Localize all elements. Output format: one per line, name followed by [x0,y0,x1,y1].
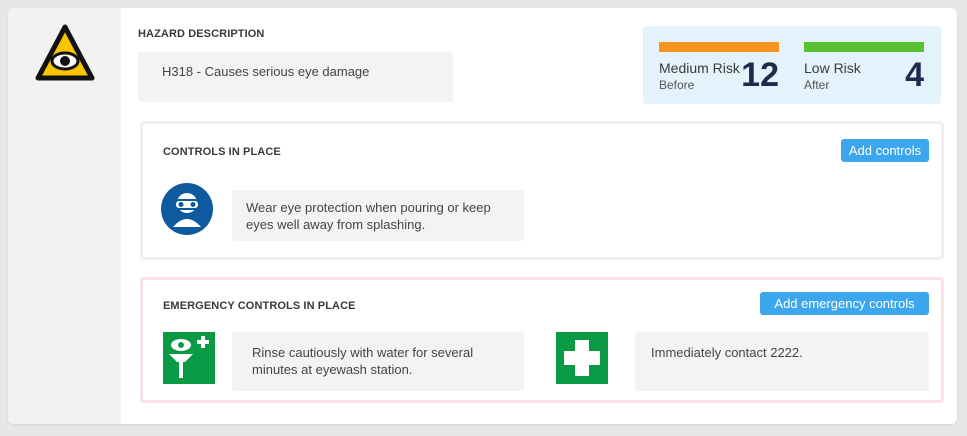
risk-before-score: 12 [741,56,779,94]
eyewash-station-icon [163,332,215,384]
control-item-text: Wear eye protection when pouring or keep… [232,190,524,241]
eye-hazard-icon [35,24,95,81]
risk-before-bar [659,42,779,52]
risk-before: Medium Risk Before 12 [659,42,779,97]
first-aid-icon [556,332,608,384]
eye-protection-icon [161,183,213,235]
risk-after-label: Low Risk [804,60,861,76]
risk-after: Low Risk After 4 [804,42,924,97]
add-emergency-controls-button[interactable]: Add emergency controls [760,292,929,315]
hazard-description-text: H318 - Causes serious eye damage [138,52,453,102]
risk-before-label: Medium Risk [659,60,740,76]
controls-label: CONTROLS IN PLACE [163,146,281,158]
risk-before-sub: Before [659,78,695,92]
risk-after-bar [804,42,924,52]
hazard-description-label: HAZARD DESCRIPTION [138,28,265,40]
risk-panel: Medium Risk Before 12 Low Risk After 4 [643,26,941,104]
add-controls-button[interactable]: Add controls [841,139,929,162]
emergency-item-text-2: Immediately contact 2222. [635,332,929,391]
hazard-icon-column [8,8,121,424]
controls-section: CONTROLS IN PLACE Add controls Wear eye … [140,121,944,260]
emergency-controls-label: EMERGENCY CONTROLS IN PLACE [163,300,356,312]
risk-after-sub: After [804,78,830,92]
emergency-item-text-1: Rinse cautiously with water for several … [232,332,524,391]
emergency-controls-section: EMERGENCY CONTROLS IN PLACE Add emergenc… [140,277,944,403]
hazard-card: HAZARD DESCRIPTION H318 - Causes serious… [8,8,957,424]
risk-after-score: 4 [905,56,924,94]
